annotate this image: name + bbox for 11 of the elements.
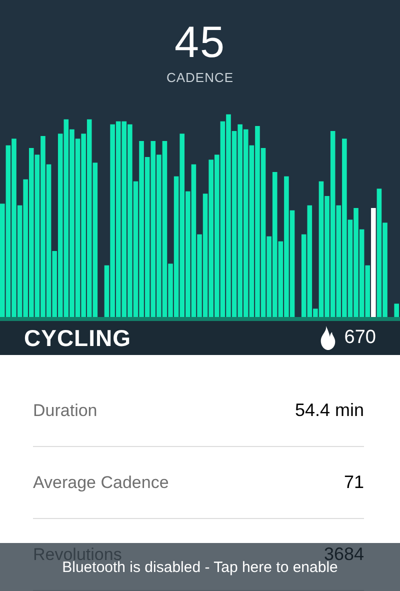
cadence-value: 45 bbox=[174, 18, 226, 68]
calories-value: 670 bbox=[344, 327, 376, 349]
cadence-label: CADENCE bbox=[166, 70, 234, 85]
stat-value: 3684 bbox=[324, 544, 364, 564]
stat-label: Average Cadence bbox=[33, 472, 169, 492]
activity-name: CYCLING bbox=[24, 324, 131, 352]
flame-icon bbox=[320, 326, 336, 350]
stat-value: 54.4 min bbox=[294, 400, 364, 421]
stat-value: 71 bbox=[344, 472, 364, 493]
stat-label: Duration bbox=[33, 400, 98, 420]
cadence-bar bbox=[394, 304, 399, 317]
